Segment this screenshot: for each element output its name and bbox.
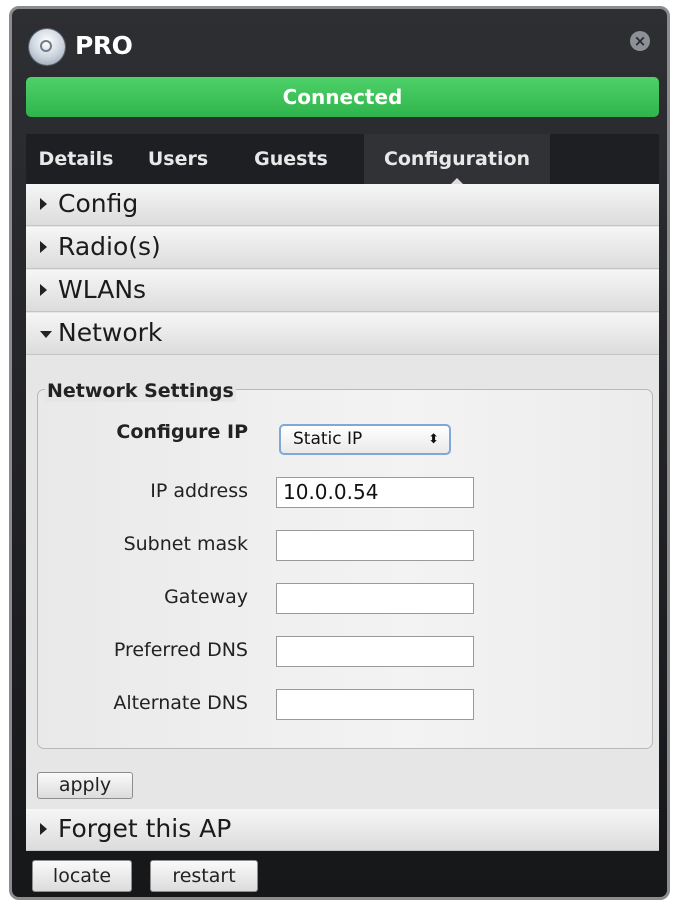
alternate-dns-field[interactable] — [276, 689, 474, 720]
section-forget-ap[interactable]: Forget this AP — [26, 809, 659, 851]
section-radios-label: Radio(s) — [58, 232, 161, 261]
gateway-field[interactable] — [276, 583, 474, 614]
preferred-dns-label: Preferred DNS — [113, 639, 248, 661]
disclosure-right-icon — [40, 284, 47, 296]
configuration-panel: Config Radio(s) WLANs Network Network Se… — [26, 184, 659, 851]
section-network[interactable]: Network — [26, 313, 659, 355]
window-title: PRO — [75, 31, 133, 60]
section-config-label: Config — [58, 189, 139, 218]
tab-bar: Details Users Guests Configuration — [26, 134, 659, 184]
tab-configuration[interactable]: Configuration — [364, 134, 550, 184]
section-forget-ap-label: Forget this AP — [58, 814, 232, 843]
locate-button[interactable]: locate — [32, 860, 132, 892]
gateway-label: Gateway — [164, 586, 248, 608]
title-bar: PRO × — [12, 9, 667, 81]
apply-button[interactable]: apply — [37, 772, 133, 799]
section-network-label: Network — [58, 318, 163, 347]
select-arrows-icon: ⬍ — [428, 432, 439, 447]
preferred-dns-field[interactable] — [276, 636, 474, 667]
section-config[interactable]: Config — [26, 184, 659, 226]
subnet-mask-label: Subnet mask — [123, 533, 248, 555]
ip-address-field[interactable]: 10.0.0.54 — [276, 477, 474, 508]
network-settings-legend: Network Settings — [45, 380, 236, 402]
configure-ip-select[interactable]: Static IP ⬍ — [279, 424, 451, 455]
configure-ip-value: Static IP — [293, 429, 363, 449]
footer-bar: locate restart — [26, 851, 659, 895]
section-radios[interactable]: Radio(s) — [26, 227, 659, 269]
section-wlans-label: WLANs — [58, 275, 147, 304]
configure-ip-label: Configure IP — [116, 421, 248, 443]
restart-button[interactable]: restart — [150, 860, 258, 892]
close-icon[interactable]: × — [630, 31, 650, 51]
ip-address-label: IP address — [150, 480, 248, 502]
disclosure-right-icon — [40, 823, 47, 835]
disclosure-down-icon — [40, 331, 52, 338]
alternate-dns-label: Alternate DNS — [113, 692, 248, 714]
tab-users[interactable]: Users — [130, 134, 226, 184]
status-bar-connected: Connected — [26, 77, 659, 117]
subnet-mask-field[interactable] — [276, 530, 474, 561]
ap-window: PRO × Connected Details Users Guests Con… — [9, 6, 670, 900]
tab-guests[interactable]: Guests — [226, 134, 356, 184]
disclosure-right-icon — [40, 241, 47, 253]
ubiquiti-logo-icon — [29, 29, 65, 65]
disclosure-right-icon — [40, 198, 47, 210]
section-wlans[interactable]: WLANs — [26, 270, 659, 312]
tab-details[interactable]: Details — [26, 134, 126, 184]
